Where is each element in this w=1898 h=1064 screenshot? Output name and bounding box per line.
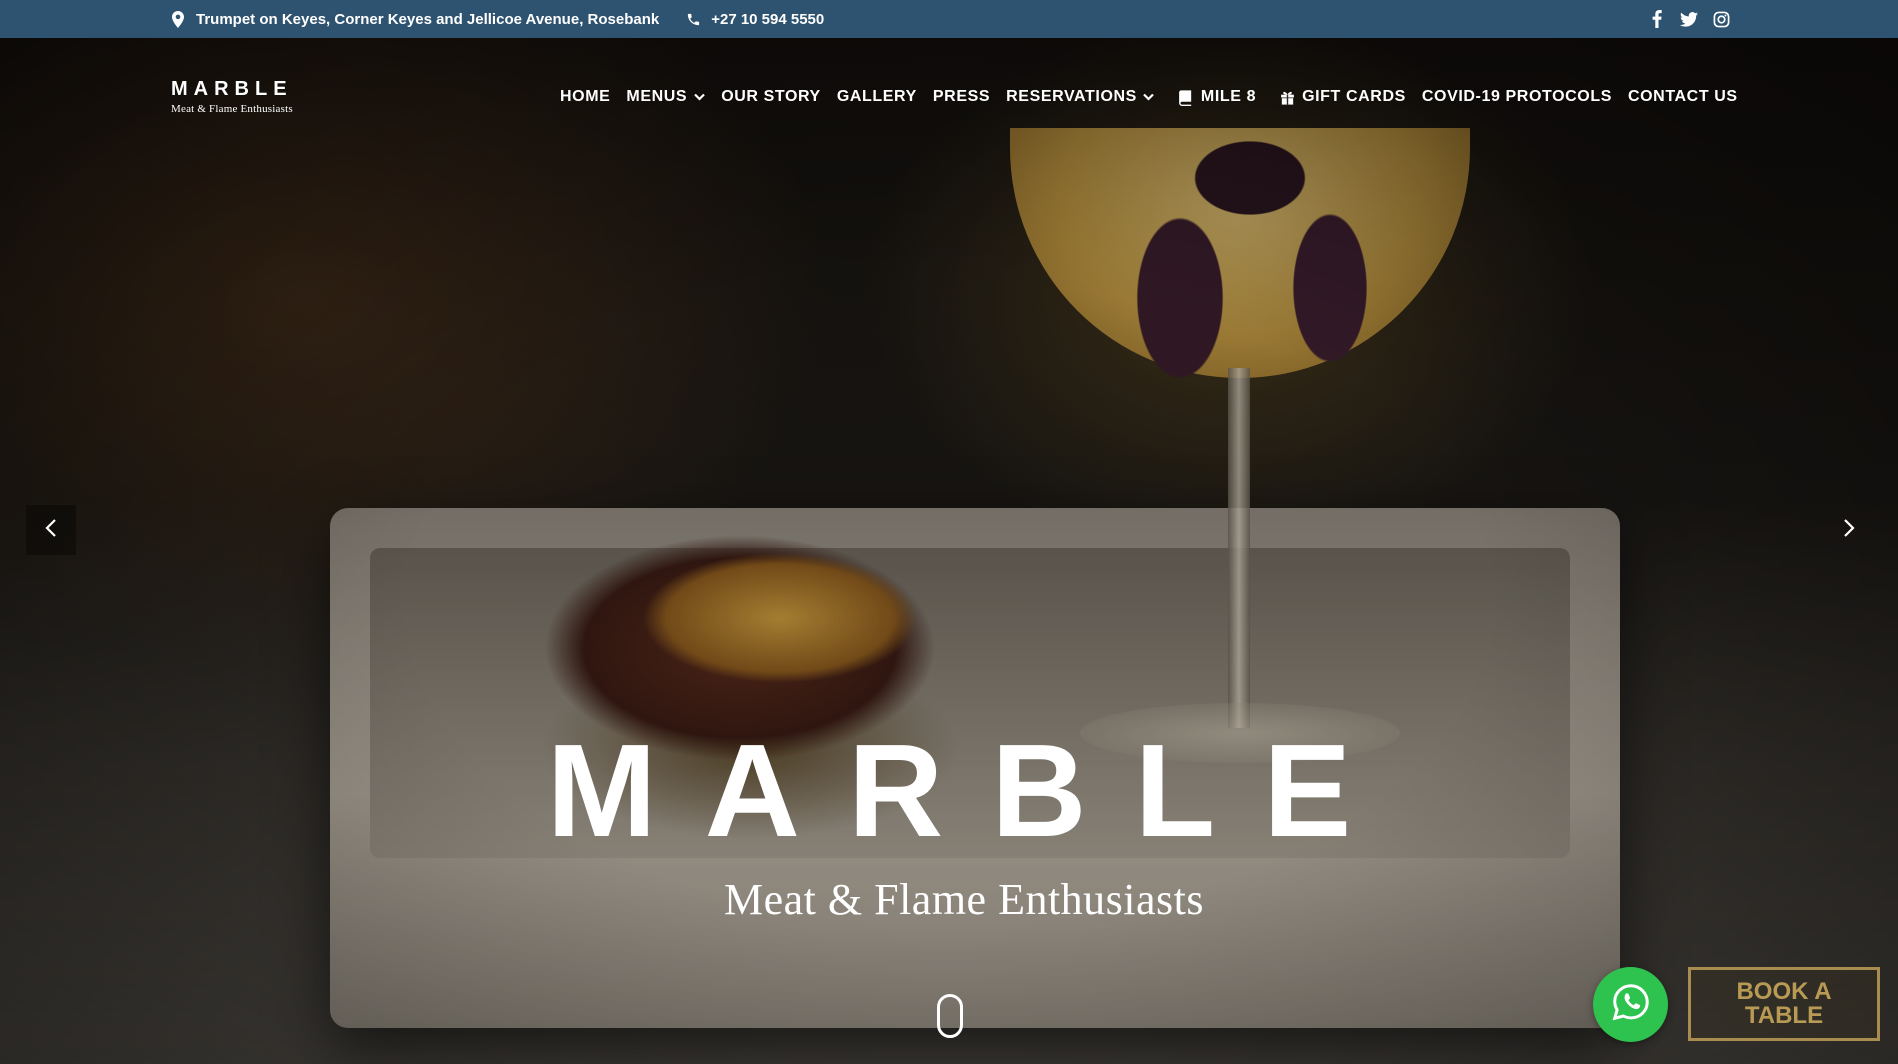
nav-home-label: HOME: [560, 88, 611, 105]
gift-icon: [1278, 88, 1296, 106]
book-a-table-label: BOOK A TABLE: [1736, 978, 1832, 1029]
chevron-right-icon: [1843, 518, 1855, 543]
logo-wordmark: MARBLE: [171, 78, 293, 100]
logo-tagline: Meat & Flame Enthusiasts: [171, 103, 293, 115]
book-a-table-button[interactable]: BOOK A TABLE: [1688, 967, 1880, 1041]
whatsapp-icon: [1611, 982, 1651, 1027]
nav-our-story[interactable]: OUR STORY: [721, 88, 821, 106]
nav-menus[interactable]: MENUS: [626, 88, 705, 106]
phone-number[interactable]: +27 10 594 5550: [711, 11, 824, 28]
book-icon: [1177, 88, 1195, 106]
map-pin-icon: [170, 10, 186, 28]
whatsapp-button[interactable]: [1593, 967, 1668, 1042]
hero-subtitle: Meat & Flame Enthusiasts: [723, 875, 1205, 924]
address-text[interactable]: Trumpet on Keyes, Corner Keyes and Jelli…: [196, 11, 659, 28]
facebook-icon[interactable]: [1648, 10, 1666, 28]
slider-prev-button[interactable]: [26, 505, 76, 555]
scroll-down-indicator[interactable]: [937, 994, 963, 1038]
nav-contact-us[interactable]: CONTACT US: [1628, 88, 1738, 106]
nav-home[interactable]: HOME: [560, 88, 610, 106]
nav-menus-label: MENUS: [626, 88, 688, 105]
top-info-bar: Trumpet on Keyes, Corner Keyes and Jelli…: [0, 0, 1898, 38]
main-navigation: HOME MENUS OUR STORY GALLERY PRESS RESER…: [560, 86, 1738, 108]
nav-gift-cards[interactable]: GIFT CARDS: [1278, 88, 1406, 106]
nav-our-story-label: OUR STORY: [721, 88, 821, 105]
phone-icon: [685, 10, 701, 28]
nav-reservations[interactable]: RESERVATIONS: [1006, 88, 1155, 106]
chevron-left-icon: [45, 518, 57, 543]
nav-gift-cards-label: GIFT CARDS: [1302, 88, 1406, 105]
chevron-down-icon: [1143, 91, 1155, 103]
nav-covid-protocols[interactable]: COVID-19 PROTOCOLS: [1422, 88, 1612, 106]
nav-gallery-label: GALLERY: [836, 88, 917, 105]
instagram-icon[interactable]: [1712, 10, 1730, 28]
site-logo[interactable]: MARBLE Meat & Flame Enthusiasts: [171, 78, 301, 115]
nav-mile-8-label: MILE 8: [1200, 88, 1257, 105]
chevron-down-icon: [693, 91, 705, 103]
contact-info: Trumpet on Keyes, Corner Keyes and Jelli…: [170, 0, 824, 38]
twitter-icon[interactable]: [1680, 10, 1698, 28]
nav-reservations-label: RESERVATIONS: [1006, 88, 1137, 105]
nav-press-label: PRESS: [932, 88, 991, 105]
nav-contact-label: CONTACT US: [1627, 88, 1738, 105]
social-links: [1648, 0, 1730, 38]
hero-title: MARBLE: [546, 717, 1400, 864]
nav-mile-8[interactable]: MILE 8: [1177, 88, 1256, 106]
nav-gallery[interactable]: GALLERY: [837, 88, 917, 106]
nav-press[interactable]: PRESS: [933, 88, 990, 106]
nav-covid-label: COVID-19 PROTOCOLS: [1421, 88, 1612, 105]
slider-next-button[interactable]: [1824, 505, 1874, 555]
